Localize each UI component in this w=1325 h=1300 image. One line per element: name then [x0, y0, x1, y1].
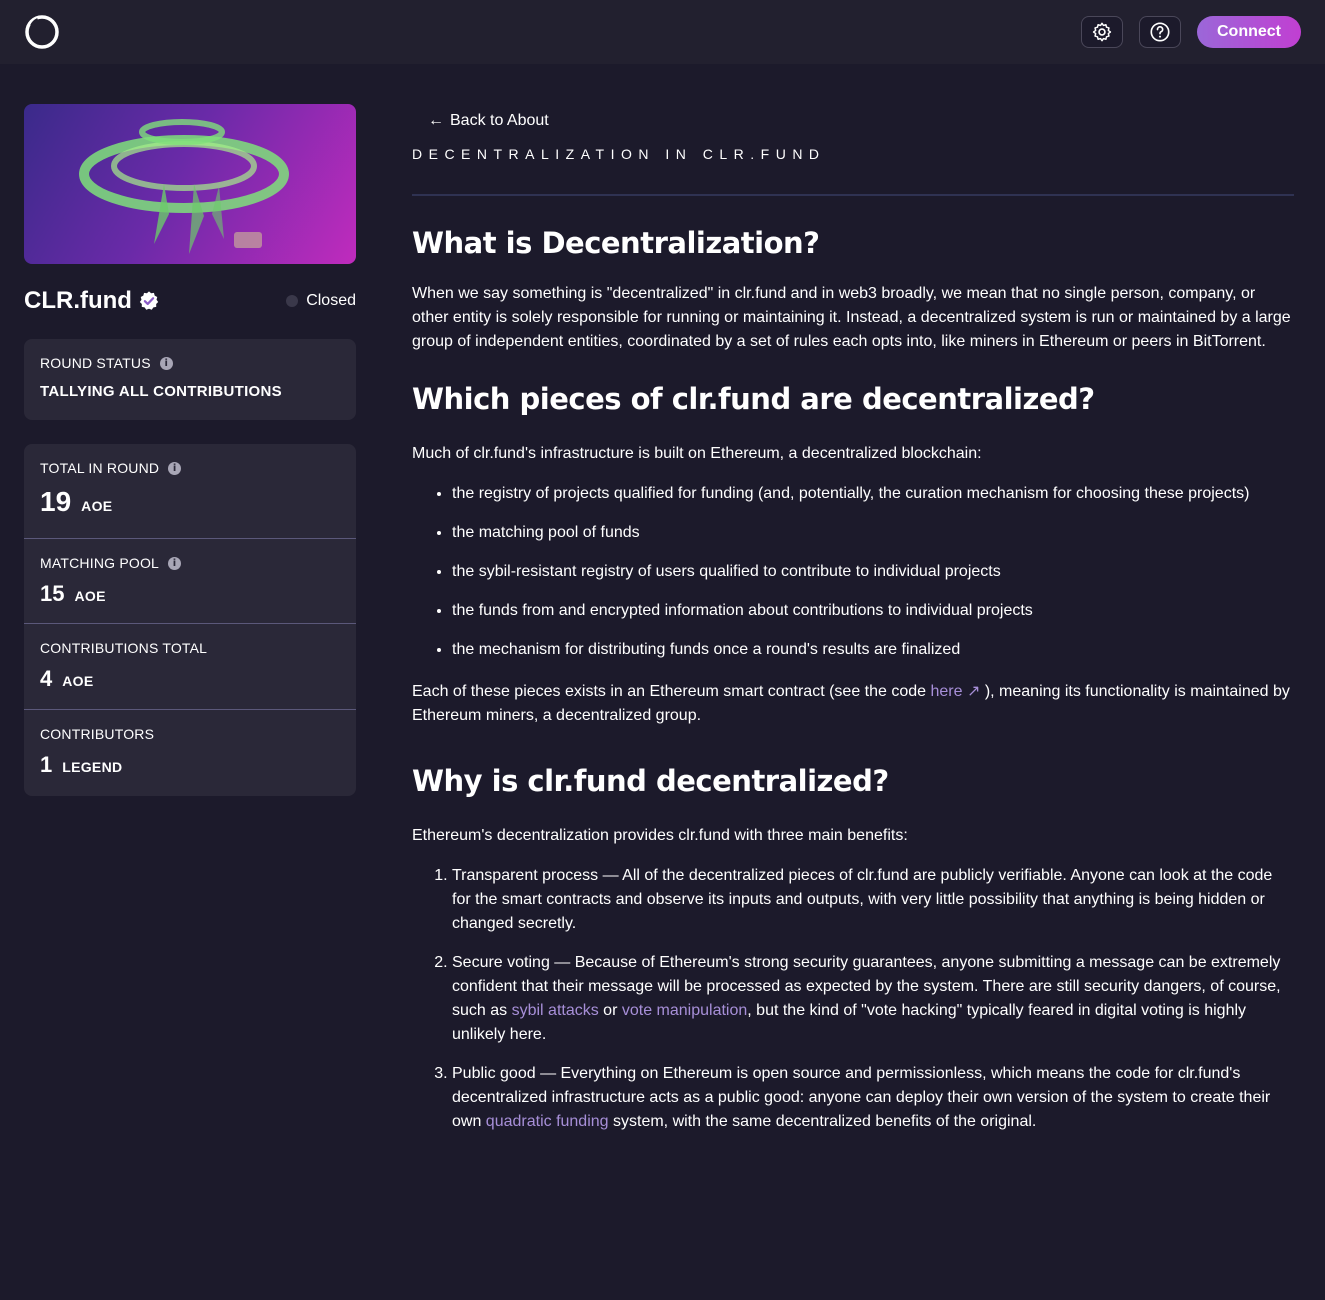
project-title: CLR.fund [24, 287, 160, 315]
help-button[interactable] [1139, 16, 1181, 48]
list-item: the sybil-resistant registry of users qu… [452, 560, 1294, 584]
paragraph-definition: When we say something is "decentralized"… [412, 285, 1291, 350]
project-name: CLR.fund [24, 287, 132, 314]
round-status-card: ROUND STATUS i TALLYING ALL CONTRIBUTION… [24, 339, 356, 420]
paragraph-benefits-intro: Ethereum's decentralization provides clr… [412, 827, 908, 844]
top-bar: Connect [0, 0, 1325, 64]
sybil-attacks-link[interactable]: sybil attacks [512, 1002, 599, 1019]
vote-manipulation-link[interactable]: vote manipulation [622, 1002, 747, 1019]
round-stats-card: TOTAL IN ROUND i 19 AOE MATCHING POOL i … [24, 444, 356, 796]
project-header: CLR.fund Closed [24, 287, 356, 315]
stat-unit: AOE [62, 673, 94, 689]
list-item: Public good — Everything on Ethereum is … [452, 1062, 1294, 1134]
quadratic-funding-link[interactable]: quadratic funding [486, 1113, 609, 1130]
decentralized-pieces-list: the registry of projects qualified for f… [412, 482, 1294, 662]
paragraph-smart-contracts: Each of these pieces exists in an Ethere… [412, 680, 1294, 728]
connect-button[interactable]: Connect [1197, 16, 1301, 48]
heading-why-decentralized: Why is clr.fund decentralized? [412, 764, 889, 798]
list-item: the funds from and encrypted information… [452, 599, 1294, 623]
stat-unit: AOE [81, 498, 113, 514]
banner-illustration [79, 119, 289, 254]
info-icon[interactable]: i [159, 356, 173, 370]
question-circle-icon [1150, 22, 1170, 42]
round-banner-image [24, 104, 356, 264]
paragraph-infrastructure: Much of clr.fund's infrastructure is bui… [412, 445, 982, 462]
gear-icon [1092, 22, 1112, 42]
list-item: the registry of projects qualified for f… [452, 482, 1294, 506]
back-link-label: Back to About [450, 112, 549, 129]
stat-unit: LEGEND [62, 759, 123, 775]
text: Each of these pieces exists in an Ethere… [412, 683, 931, 700]
info-icon[interactable]: i [168, 461, 182, 475]
status-dot [286, 295, 299, 307]
verified-badge-icon [139, 291, 159, 310]
list-item: the mechanism for distributing funds onc… [452, 638, 1294, 662]
round-sidebar: CLR.fund Closed ROUND STATUS i TALLYING … [24, 104, 356, 796]
stat-value: 19 [40, 486, 72, 517]
code-link[interactable]: here ↗ [930, 683, 980, 700]
clr-fund-logo-icon[interactable] [24, 14, 60, 50]
list-item: the matching pool of funds [452, 521, 1294, 545]
stat-label: TOTAL IN ROUND [40, 460, 160, 476]
info-icon[interactable]: i [168, 556, 182, 570]
text: or [598, 1002, 622, 1019]
stat-total-in-round: TOTAL IN ROUND i 19 AOE [24, 444, 356, 539]
heading-what-is-decentralization: What is Decentralization? [412, 226, 820, 260]
arrow-left-icon: ← [428, 112, 444, 129]
code-link-label: here [930, 683, 963, 700]
main-content: ← Back to About DECENTRALIZATION IN CLR.… [412, 104, 1294, 1149]
text: system, with the same decentralized bene… [608, 1113, 1037, 1130]
round-status-label: ROUND STATUS [40, 355, 151, 371]
status-label: Closed [306, 292, 356, 309]
stat-contributors: CONTRIBUTORS 1 LEGEND [24, 710, 356, 796]
stat-value: 4 [40, 666, 53, 691]
stat-label: MATCHING POOL [40, 555, 160, 571]
stat-unit: AOE [74, 588, 106, 604]
list-item: Transparent process — All of the decentr… [452, 864, 1294, 936]
section-label: DECENTRALIZATION IN CLR.FUND [412, 146, 826, 162]
round-status-indicator: Closed [286, 292, 356, 310]
divider [412, 194, 1294, 196]
heading-which-pieces: Which pieces of clr.fund are decentraliz… [412, 382, 1095, 416]
stat-matching-pool: MATCHING POOL i 15 AOE [24, 539, 356, 624]
stat-label: CONTRIBUTORS [40, 726, 155, 742]
round-status-value: TALLYING ALL CONTRIBUTIONS [40, 383, 282, 400]
external-link-icon: ↗ [966, 683, 981, 700]
stat-value: 1 [40, 752, 53, 777]
settings-button[interactable] [1081, 16, 1123, 48]
stat-contributions-total: CONTRIBUTIONS TOTAL 4 AOE [24, 624, 356, 710]
list-item: Secure voting — Because of Ethereum's st… [452, 951, 1294, 1047]
stat-label: CONTRIBUTIONS TOTAL [40, 640, 208, 656]
benefits-list: Transparent process — All of the decentr… [412, 864, 1294, 1134]
stat-value: 15 [40, 581, 65, 606]
back-to-about-link[interactable]: ← Back to About [428, 112, 549, 130]
